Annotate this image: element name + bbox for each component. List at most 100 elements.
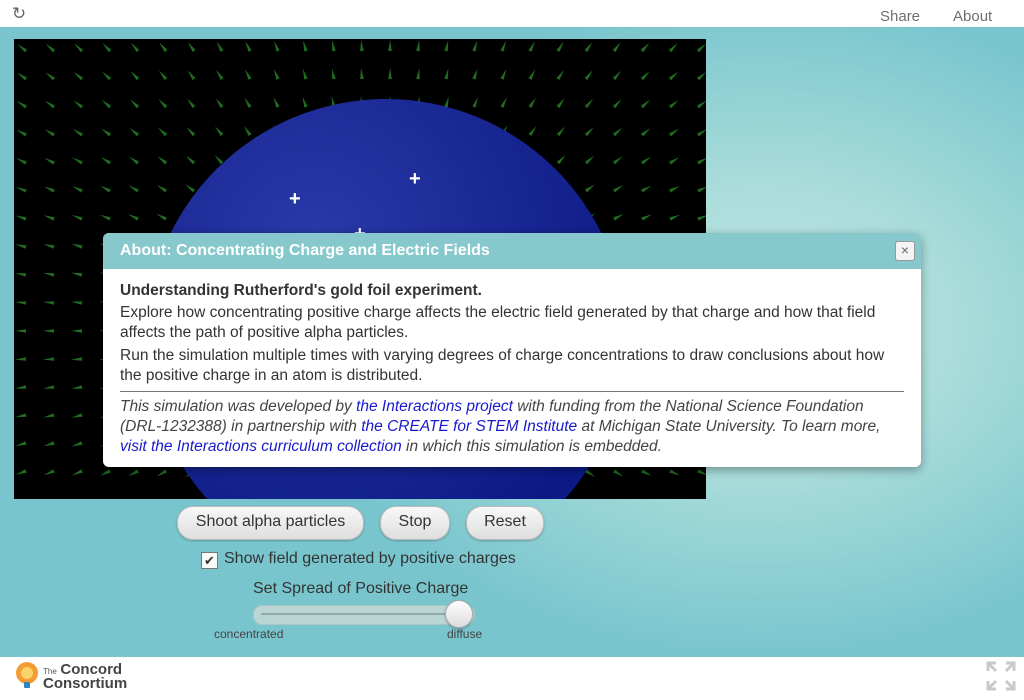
field-vector — [216, 41, 224, 52]
field-vector — [44, 157, 55, 165]
field-vector — [44, 100, 56, 109]
fullscreen-icon[interactable] — [986, 661, 1016, 691]
field-vector — [73, 71, 84, 81]
show-field-checkbox[interactable]: ✔ — [201, 552, 218, 569]
field-vector — [185, 155, 196, 165]
field-vector — [72, 186, 83, 193]
credits-text: This simulation was developed by the Int… — [120, 397, 904, 457]
field-vector — [159, 42, 168, 53]
field-vector — [612, 156, 623, 165]
field-vector — [472, 40, 478, 52]
field-vector — [472, 68, 478, 80]
field-vector — [640, 156, 652, 165]
field-vector — [72, 128, 84, 137]
field-vector — [416, 68, 420, 80]
field-vector — [416, 40, 420, 52]
field-vector — [17, 44, 28, 53]
field-vector — [500, 97, 507, 108]
field-vector — [528, 41, 535, 52]
field-vector — [274, 40, 280, 52]
curriculum-collection-link[interactable]: visit the Interactions curriculum collec… — [120, 438, 402, 455]
concord-logo-text[interactable]: The Concord Consortium — [43, 662, 127, 691]
reload-icon[interactable]: ↻ — [10, 5, 28, 23]
field-vector — [15, 441, 27, 447]
field-vector — [15, 413, 27, 418]
field-vector — [128, 469, 139, 477]
field-vector — [244, 69, 252, 80]
create-for-stem-link[interactable]: the CREATE for STEM Institute — [361, 418, 577, 435]
field-vector — [129, 128, 140, 137]
field-vector — [15, 469, 27, 475]
interactions-project-link[interactable]: the Interactions project — [356, 398, 513, 415]
field-vector — [158, 99, 168, 109]
slider-title: Set Spread of Positive Charge — [253, 580, 469, 597]
field-vector — [101, 71, 112, 81]
field-vector — [43, 329, 55, 333]
field-vector — [697, 186, 706, 193]
spread-slider-track[interactable] — [253, 605, 475, 625]
field-vector — [696, 72, 706, 81]
field-vector — [360, 40, 364, 52]
field-vector — [43, 441, 55, 447]
stop-button[interactable]: Stop — [380, 506, 450, 540]
field-vector — [43, 385, 55, 389]
field-vector — [43, 413, 55, 418]
field-vector — [130, 71, 140, 81]
close-icon[interactable]: × — [895, 241, 915, 261]
field-vector — [15, 329, 27, 333]
field-vector — [669, 469, 680, 476]
field-vector — [697, 215, 706, 221]
field-vector — [43, 272, 55, 277]
field-vector — [43, 215, 55, 221]
field-vector — [556, 69, 565, 80]
field-vector — [187, 41, 196, 52]
field-vector — [128, 214, 139, 221]
about-dialog-body: Understanding Rutherford's gold foil exp… — [103, 269, 921, 457]
show-field-label: Show field generated by positive charges — [224, 550, 516, 567]
field-vector — [214, 154, 224, 165]
field-vector — [101, 99, 112, 109]
field-vector — [43, 357, 55, 361]
field-vector — [528, 126, 537, 137]
field-vector — [500, 68, 507, 80]
field-vector — [130, 42, 140, 53]
about-dialog: About: Concentrating Charge and Electric… — [103, 233, 921, 467]
field-vector — [245, 41, 252, 52]
field-vector — [273, 97, 280, 108]
field-vector — [71, 272, 83, 277]
field-vector — [216, 69, 224, 80]
field-vector — [613, 185, 624, 193]
field-vector — [15, 273, 27, 277]
field-vector — [15, 301, 27, 305]
about-link[interactable]: About — [953, 8, 992, 25]
field-vector — [45, 43, 56, 53]
field-vector — [640, 42, 650, 53]
field-vector — [500, 40, 507, 52]
field-vector — [157, 156, 168, 165]
field-vector — [360, 68, 364, 80]
field-vector — [185, 184, 196, 193]
field-vector — [71, 469, 83, 476]
field-vector — [156, 184, 168, 193]
field-vector — [71, 413, 83, 418]
field-vector — [697, 469, 706, 475]
field-vector — [444, 68, 449, 80]
reset-button[interactable]: Reset — [466, 506, 544, 540]
field-vector — [215, 126, 224, 137]
field-vector — [528, 69, 536, 80]
field-vector — [101, 128, 112, 137]
shoot-alpha-particles-button[interactable]: Shoot alpha particles — [177, 506, 364, 540]
field-vector — [696, 43, 706, 53]
spread-slider-thumb[interactable] — [445, 600, 473, 628]
about-heading: Understanding Rutherford's gold foil exp… — [120, 282, 482, 299]
field-vector — [668, 128, 679, 137]
field-vector — [584, 184, 595, 193]
field-vector — [584, 70, 593, 81]
field-vector — [158, 70, 168, 81]
concord-logo-icon[interactable] — [12, 660, 42, 690]
field-vector — [556, 155, 566, 165]
share-link[interactable]: Share — [880, 8, 920, 25]
field-vector — [668, 71, 679, 81]
field-vector — [556, 126, 566, 137]
field-vector — [73, 100, 84, 109]
